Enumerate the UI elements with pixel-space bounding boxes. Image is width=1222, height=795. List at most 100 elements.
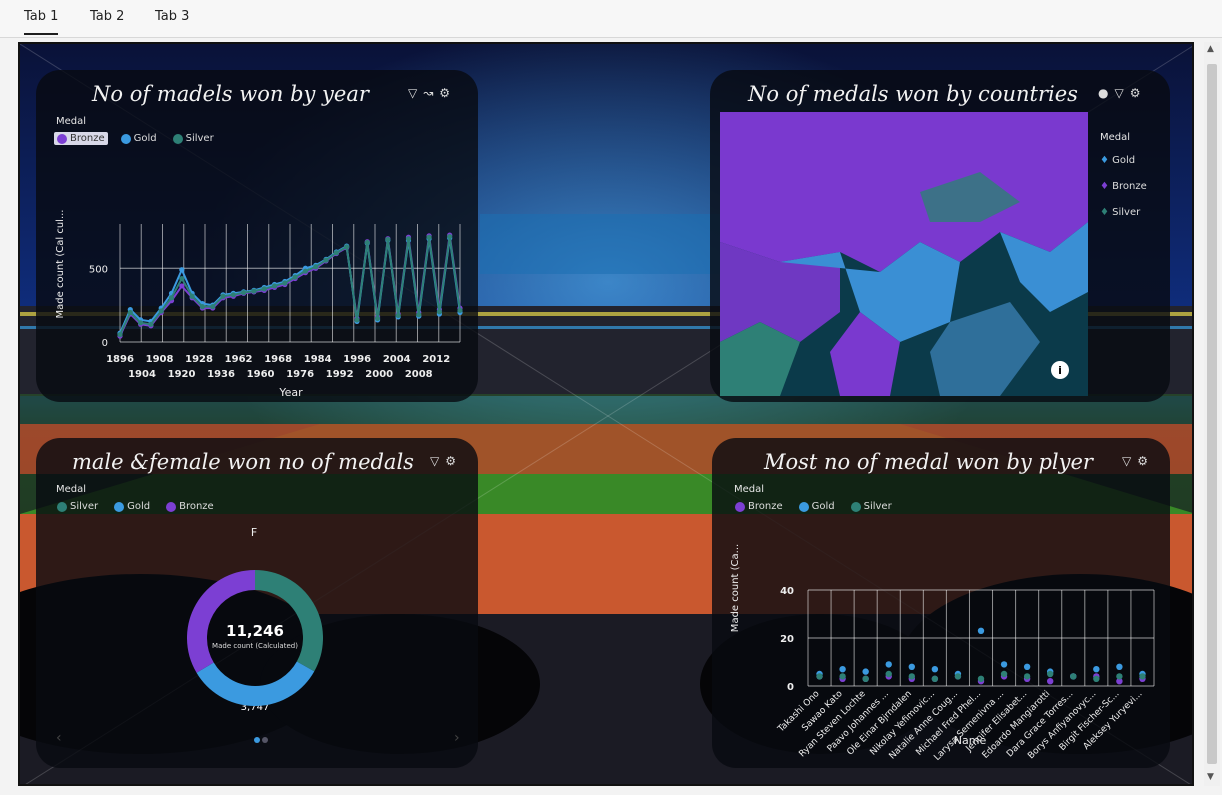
data-point-gold [885, 661, 892, 668]
gear-icon[interactable]: ⚙ [1130, 86, 1147, 100]
data-point-silver [1116, 673, 1123, 680]
data-point-silver [447, 233, 453, 240]
data-point-silver [954, 673, 962, 680]
dashboard-canvas: No of madels won by year ▽↝⚙ Medal Bronz… [18, 42, 1194, 786]
x-tick-label: 1968 [264, 354, 292, 365]
x-tick-label: 1928 [185, 354, 213, 365]
data-point-gold [862, 668, 869, 675]
data-point-silver [189, 293, 195, 299]
tab-1[interactable]: Tab 1 [24, 9, 59, 35]
data-point-silver [977, 675, 985, 682]
data-point-silver [416, 312, 422, 318]
data-point-silver [885, 670, 892, 678]
tab-2[interactable]: Tab 2 [90, 9, 124, 24]
data-point-silver [374, 315, 381, 321]
legend-item-bronze[interactable]: ♦ Bronze [1100, 174, 1147, 200]
data-point-silver [405, 236, 412, 242]
data-point-bronze [1047, 678, 1054, 685]
scroll-thumb[interactable] [1207, 64, 1217, 764]
panel-toolbar: ●▽⚙ [1098, 86, 1146, 100]
data-point-silver [117, 332, 123, 338]
data-point-gold [839, 666, 846, 673]
data-point-silver [1000, 670, 1008, 678]
x-tick-label: 2000 [365, 369, 393, 380]
next-arrow-icon[interactable]: › [454, 730, 460, 746]
data-point-silver [1023, 673, 1031, 680]
data-point-silver [323, 257, 329, 263]
data-point-gold [931, 666, 939, 673]
scroll-up-icon[interactable]: ▲ [1207, 44, 1214, 54]
data-point-silver [282, 280, 288, 286]
data-point-silver [364, 239, 370, 246]
player-scatter-chart: Made count (Ca... Name 02040Takashi OnoS… [730, 544, 1155, 763]
filter-icon[interactable]: ▽ [1114, 86, 1129, 100]
tab-3[interactable]: Tab 3 [155, 9, 189, 24]
scroll-down-icon[interactable]: ▼ [1207, 772, 1214, 782]
pager-dot[interactable] [262, 737, 268, 743]
x-tick-label: 1896 [106, 354, 134, 365]
data-point-silver [302, 268, 309, 274]
data-point-gold [1000, 661, 1008, 668]
data-point-silver [313, 264, 319, 270]
x-tick-label: 2004 [383, 354, 411, 365]
data-point-silver [210, 304, 216, 310]
x-tick-label: 1920 [168, 369, 196, 380]
data-point-silver [1093, 675, 1100, 682]
donut-center-value: 11,246 [226, 622, 284, 640]
data-point-gold [1023, 663, 1031, 670]
legend-item-silver[interactable]: ♦ Silver [1100, 200, 1147, 226]
data-point-silver [127, 309, 133, 316]
data-point-silver [179, 275, 185, 282]
donut-center-caption: Made count (Calculated) [212, 642, 298, 650]
y-tick-label: 500 [89, 264, 108, 275]
segment-label: F [251, 526, 257, 539]
data-point-silver [220, 293, 226, 299]
data-point-gold [977, 627, 985, 634]
data-point-silver [230, 292, 236, 298]
data-point-silver [908, 673, 915, 680]
prev-arrow-icon[interactable]: ‹ [56, 730, 62, 746]
panel-medals-by-countries: No of medals won by countries ●▽⚙ i Meda… [710, 70, 1170, 402]
data-point-silver [436, 309, 442, 315]
data-point-gold [1093, 666, 1100, 673]
data-point-silver [271, 283, 278, 289]
x-tick-label: 1908 [146, 354, 174, 365]
x-tick-label: 1996 [343, 354, 371, 365]
data-point-silver [148, 321, 154, 327]
x-axis-label: Year [278, 386, 303, 399]
data-point-silver [333, 250, 339, 256]
x-tick-label: 2008 [405, 369, 433, 380]
x-tick-label: 1904 [128, 369, 156, 380]
data-point-silver [1047, 670, 1054, 678]
y-tick-label: 20 [780, 634, 794, 645]
data-point-silver [395, 312, 401, 319]
panel-medals-by-player: Most no of medal won by plyer ▽⚙ Medal B… [712, 438, 1170, 768]
data-point-silver [1139, 673, 1146, 680]
y-tick-label: 0 [787, 682, 794, 693]
data-point-silver [839, 673, 846, 680]
data-point-silver [816, 673, 823, 680]
x-tick-label: 1984 [304, 354, 332, 365]
data-point-silver [862, 675, 869, 682]
data-point-silver [199, 304, 206, 310]
vertical-scrollbar[interactable]: ▲ ▼ [1204, 42, 1220, 786]
x-tick-label: 1992 [326, 369, 354, 380]
x-tick-label: 1976 [286, 369, 314, 380]
data-point-silver [138, 320, 144, 326]
data-point-silver [292, 274, 298, 280]
x-tick-label: 1936 [207, 369, 235, 380]
y-axis-label: Made count (Ca... [730, 544, 741, 632]
svg-text:i: i [1058, 364, 1062, 377]
world-map[interactable]: i [720, 112, 1088, 396]
data-point-silver [931, 675, 939, 682]
info-icon[interactable]: ● [1098, 86, 1114, 100]
x-tick-label: 1960 [247, 369, 275, 380]
data-point-silver [168, 295, 175, 301]
data-point-gold [1116, 663, 1123, 670]
pager-dot-active[interactable] [254, 737, 260, 743]
data-point-silver [158, 308, 164, 314]
panel-medals-by-year: No of madels won by year ▽↝⚙ Medal Bronz… [36, 70, 478, 402]
legend: ♦ Gold ♦ Bronze ♦ Silver [1100, 148, 1147, 226]
legend-item-gold[interactable]: ♦ Gold [1100, 148, 1147, 174]
data-point-silver [426, 234, 432, 240]
